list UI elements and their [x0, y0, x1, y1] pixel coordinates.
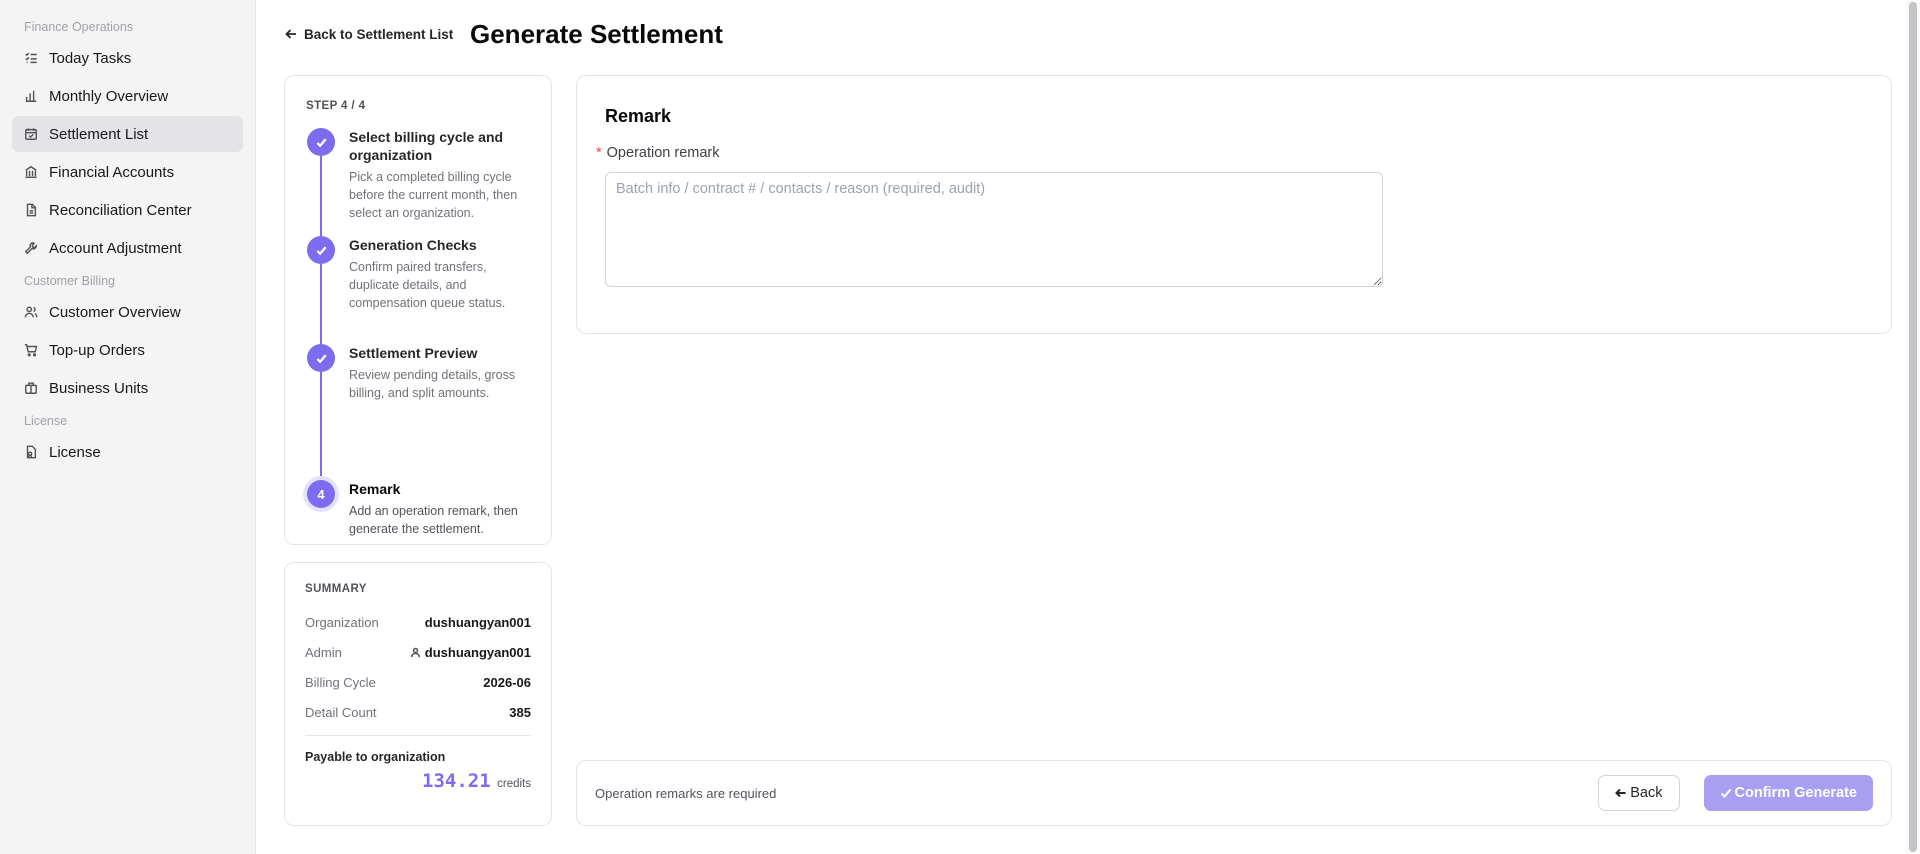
remark-card: Remark * Operation remark [576, 75, 1892, 334]
step-connector [320, 156, 322, 236]
step-connector [320, 372, 322, 480]
sidebar-item-label: Settlement List [49, 125, 149, 143]
step-description: Review pending details, gross billing, a… [349, 368, 516, 400]
summary-value-admin: dushuangyan001 [410, 645, 531, 660]
sidebar: Finance Operations Today Tasks Monthly O… [0, 0, 256, 854]
remark-title: Remark [605, 106, 672, 126]
validation-note: Operation remarks are required [595, 785, 777, 801]
sidebar-item-label: Reconciliation Center [49, 201, 192, 219]
building-icon [23, 380, 39, 396]
summary-title: SUMMARY [305, 583, 367, 595]
sidebar-item-customer-overview[interactable]: Customer Overview [12, 294, 243, 330]
summary-label: Organization [305, 614, 379, 630]
sidebar-item-account-adjustment[interactable]: Account Adjustment [12, 230, 243, 266]
step-description: Confirm paired transfers, duplicate deta… [349, 260, 506, 310]
back-to-settlement-list-link[interactable]: Back to Settlement List [284, 24, 453, 44]
step-done-indicator [307, 128, 335, 156]
sidebar-item-license[interactable]: License [12, 434, 243, 470]
sidebar-item-label: Monthly Overview [49, 87, 169, 105]
sidebar-item-financial-accounts[interactable]: Financial Accounts [12, 154, 243, 190]
sidebar-item-label: Today Tasks [49, 49, 132, 67]
summary-row-billing-cycle: Billing Cycle 2026-06 [305, 667, 531, 697]
step-description: Add an operation remark, then generate t… [349, 504, 518, 536]
step-counter: STEP 4 / 4 [306, 100, 366, 112]
back-button[interactable]: Back [1598, 775, 1680, 811]
required-asterisk: * [596, 145, 602, 161]
sidebar-section-license: License [24, 414, 68, 428]
admin-name: dushuangyan001 [424, 644, 531, 660]
step-done-indicator [307, 344, 335, 372]
step-title: Select billing cycle and organization [349, 129, 504, 163]
step-done-indicator [307, 236, 335, 264]
arrow-left-icon [285, 29, 296, 39]
summary-label: Detail Count [305, 704, 377, 720]
sidebar-item-label: Account Adjustment [49, 239, 182, 257]
steps-card: STEP 4 / 4 Select billing cycle and orga… [284, 75, 552, 545]
sidebar-item-top-up-orders[interactable]: Top-up Orders [12, 332, 243, 368]
step-description: Pick a completed billing cycle before th… [349, 170, 518, 220]
summary-label: Admin [305, 644, 342, 660]
summary-row-detail-count: Detail Count 385 [305, 697, 531, 727]
wrench-icon [23, 240, 39, 256]
calendar-check-icon [23, 126, 39, 142]
operation-remark-input[interactable] [605, 172, 1383, 287]
sidebar-item-label: Financial Accounts [49, 163, 175, 181]
sidebar-item-monthly-overview[interactable]: Monthly Overview [12, 78, 243, 114]
footer-action-bar: Operation remarks are required Back Conf… [576, 760, 1892, 826]
task-list-icon [23, 50, 39, 66]
summary-value: 2026-06 [483, 674, 531, 690]
summary-row-admin: Admin dushuangyan001 [305, 637, 531, 667]
cart-icon [23, 342, 39, 358]
confirm-generate-button[interactable]: Confirm Generate [1703, 775, 1873, 811]
check-icon [316, 246, 327, 255]
sidebar-item-settlement-list[interactable]: Settlement List [12, 116, 243, 152]
sidebar-item-label: Top-up Orders [49, 341, 145, 359]
check-icon [316, 138, 327, 147]
back-button-label: Back [1630, 785, 1663, 801]
step-number-indicator: 4 [307, 480, 335, 508]
field-label-text: Operation remark [606, 145, 720, 161]
bar-chart-icon [23, 88, 39, 104]
summary-value: 385 [509, 704, 531, 720]
sidebar-item-today-tasks[interactable]: Today Tasks [12, 40, 243, 76]
operation-remark-label: * Operation remark [596, 145, 1863, 161]
sidebar-item-label: Business Units [49, 379, 149, 397]
summary-row-organization: Organization dushuangyan001 [305, 607, 531, 637]
back-link-label: Back to Settlement List [304, 26, 454, 42]
license-icon [23, 444, 39, 460]
payable-amount-value: 134.21 [422, 770, 491, 792]
summary-value: dushuangyan001 [424, 614, 531, 630]
check-icon [1720, 788, 1731, 798]
document-icon [23, 202, 39, 218]
sidebar-section-customer-billing: Customer Billing [24, 274, 116, 288]
bank-icon [23, 164, 39, 180]
sidebar-item-business-units[interactable]: Business Units [12, 370, 243, 406]
sidebar-item-reconciliation-center[interactable]: Reconciliation Center [12, 192, 243, 228]
sidebar-item-label: License [49, 443, 101, 461]
user-icon [410, 647, 420, 657]
payable-amount-unit: credits [497, 778, 531, 790]
scrollbar-thumb[interactable] [1909, 2, 1917, 852]
arrow-left-icon [1615, 788, 1626, 798]
page-title: Generate Settlement [470, 19, 723, 49]
summary-label: Billing Cycle [305, 674, 376, 690]
page-scrollbar[interactable] [1906, 0, 1920, 854]
confirm-button-label: Confirm Generate [1734, 785, 1857, 801]
summary-card: SUMMARY Organization dushuangyan001 Admi… [284, 562, 552, 826]
summary-divider [305, 735, 531, 736]
step-connector [320, 264, 322, 344]
sidebar-item-label: Customer Overview [49, 303, 181, 321]
step-title: Generation Checks [349, 237, 477, 253]
check-icon [316, 354, 327, 363]
sidebar-section-finance-operations: Finance Operations [24, 20, 134, 34]
payable-amount: 134.21 credits [305, 770, 531, 792]
users-icon [23, 304, 39, 320]
payable-label: Payable to organization [305, 750, 446, 764]
step-title: Remark [349, 481, 401, 497]
step-title: Settlement Preview [349, 345, 478, 361]
